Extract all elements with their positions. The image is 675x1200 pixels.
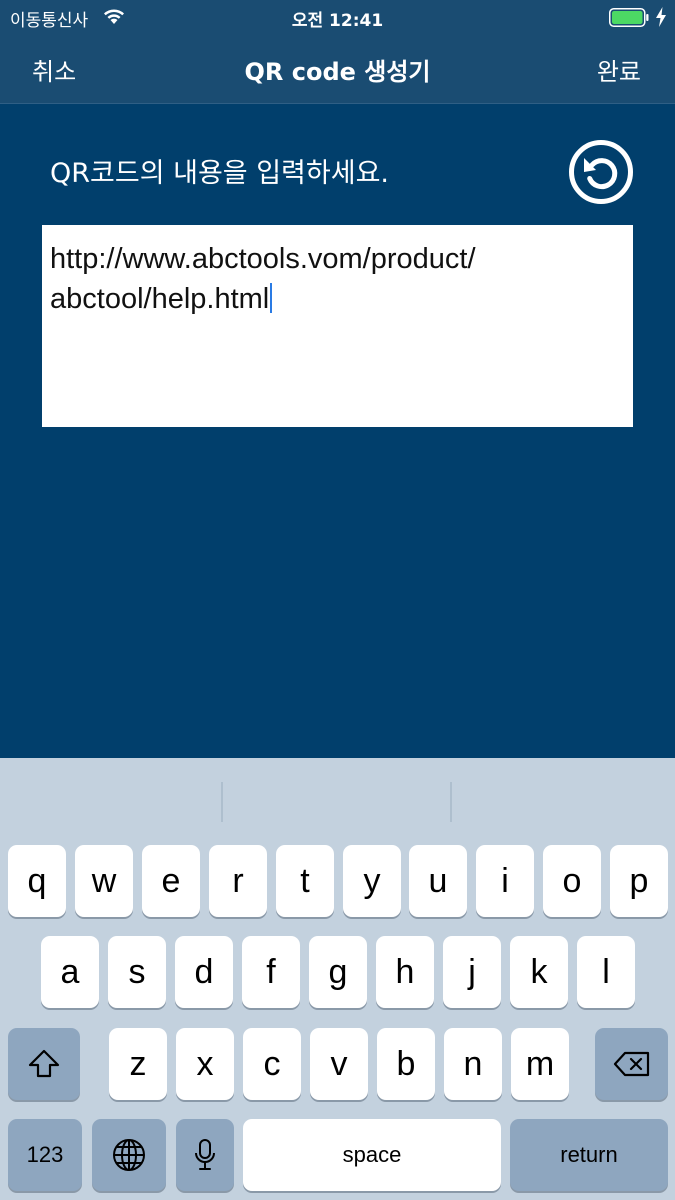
- key-g[interactable]: g: [309, 936, 367, 1008]
- key-j[interactable]: j: [443, 936, 501, 1008]
- key-n[interactable]: n: [444, 1028, 502, 1100]
- key-z[interactable]: z: [109, 1028, 167, 1100]
- globe-icon: [113, 1139, 145, 1171]
- key-i[interactable]: i: [476, 845, 534, 917]
- shift-icon: [28, 1049, 60, 1078]
- keyboard: q w e r t y u i o p a s d f g h j k l z …: [0, 758, 675, 1200]
- key-b[interactable]: b: [377, 1028, 435, 1100]
- key-a[interactable]: a: [41, 936, 99, 1008]
- battery-icon: [609, 8, 649, 27]
- page-title: QR code 생성기: [244, 58, 431, 86]
- key-f[interactable]: f: [242, 936, 300, 1008]
- key-h[interactable]: h: [376, 936, 434, 1008]
- reset-icon[interactable]: [568, 139, 634, 205]
- key-p[interactable]: p: [610, 845, 668, 917]
- key-q[interactable]: q: [8, 845, 66, 917]
- key-d[interactable]: d: [175, 936, 233, 1008]
- numbers-key[interactable]: 123: [8, 1119, 82, 1191]
- done-button[interactable]: 완료: [597, 52, 641, 87]
- dictation-key[interactable]: [176, 1119, 234, 1191]
- microphone-icon: [195, 1139, 215, 1170]
- space-key[interactable]: space: [243, 1119, 501, 1191]
- key-y[interactable]: y: [343, 845, 401, 917]
- navigation-bar: 취소 QR code 생성기 완료: [0, 34, 675, 104]
- key-s[interactable]: s: [108, 936, 166, 1008]
- key-m[interactable]: m: [511, 1028, 569, 1100]
- key-w[interactable]: w: [75, 845, 133, 917]
- backspace-key[interactable]: [595, 1028, 668, 1100]
- key-r[interactable]: r: [209, 845, 267, 917]
- charging-bolt-icon: [656, 7, 666, 27]
- qr-content-textarea[interactable]: http://www.abctools.vom/product/ abctool…: [42, 225, 633, 427]
- input-prompt-label: QR코드의 내용을 입력하세요.: [50, 158, 389, 189]
- text-cursor: [270, 283, 273, 313]
- key-c[interactable]: c: [243, 1028, 301, 1100]
- status-bar: 이동통신사 오전 12:41: [0, 0, 675, 34]
- backspace-icon: [613, 1051, 649, 1077]
- key-x[interactable]: x: [176, 1028, 234, 1100]
- key-v[interactable]: v: [310, 1028, 368, 1100]
- qr-content-text: http://www.abctools.vom/product/ abctool…: [50, 243, 476, 315]
- suggestion-bar: [0, 758, 675, 844]
- key-t[interactable]: t: [276, 845, 334, 917]
- key-k[interactable]: k: [510, 936, 568, 1008]
- key-l[interactable]: l: [577, 936, 635, 1008]
- return-key[interactable]: return: [510, 1119, 668, 1191]
- key-e[interactable]: e: [142, 845, 200, 917]
- key-u[interactable]: u: [409, 845, 467, 917]
- globe-key[interactable]: [92, 1119, 166, 1191]
- status-time: 오전 12:41: [291, 11, 384, 31]
- key-o[interactable]: o: [543, 845, 601, 917]
- suggestion-divider: [450, 782, 452, 822]
- shift-key[interactable]: [8, 1028, 80, 1100]
- suggestion-divider: [221, 782, 223, 822]
